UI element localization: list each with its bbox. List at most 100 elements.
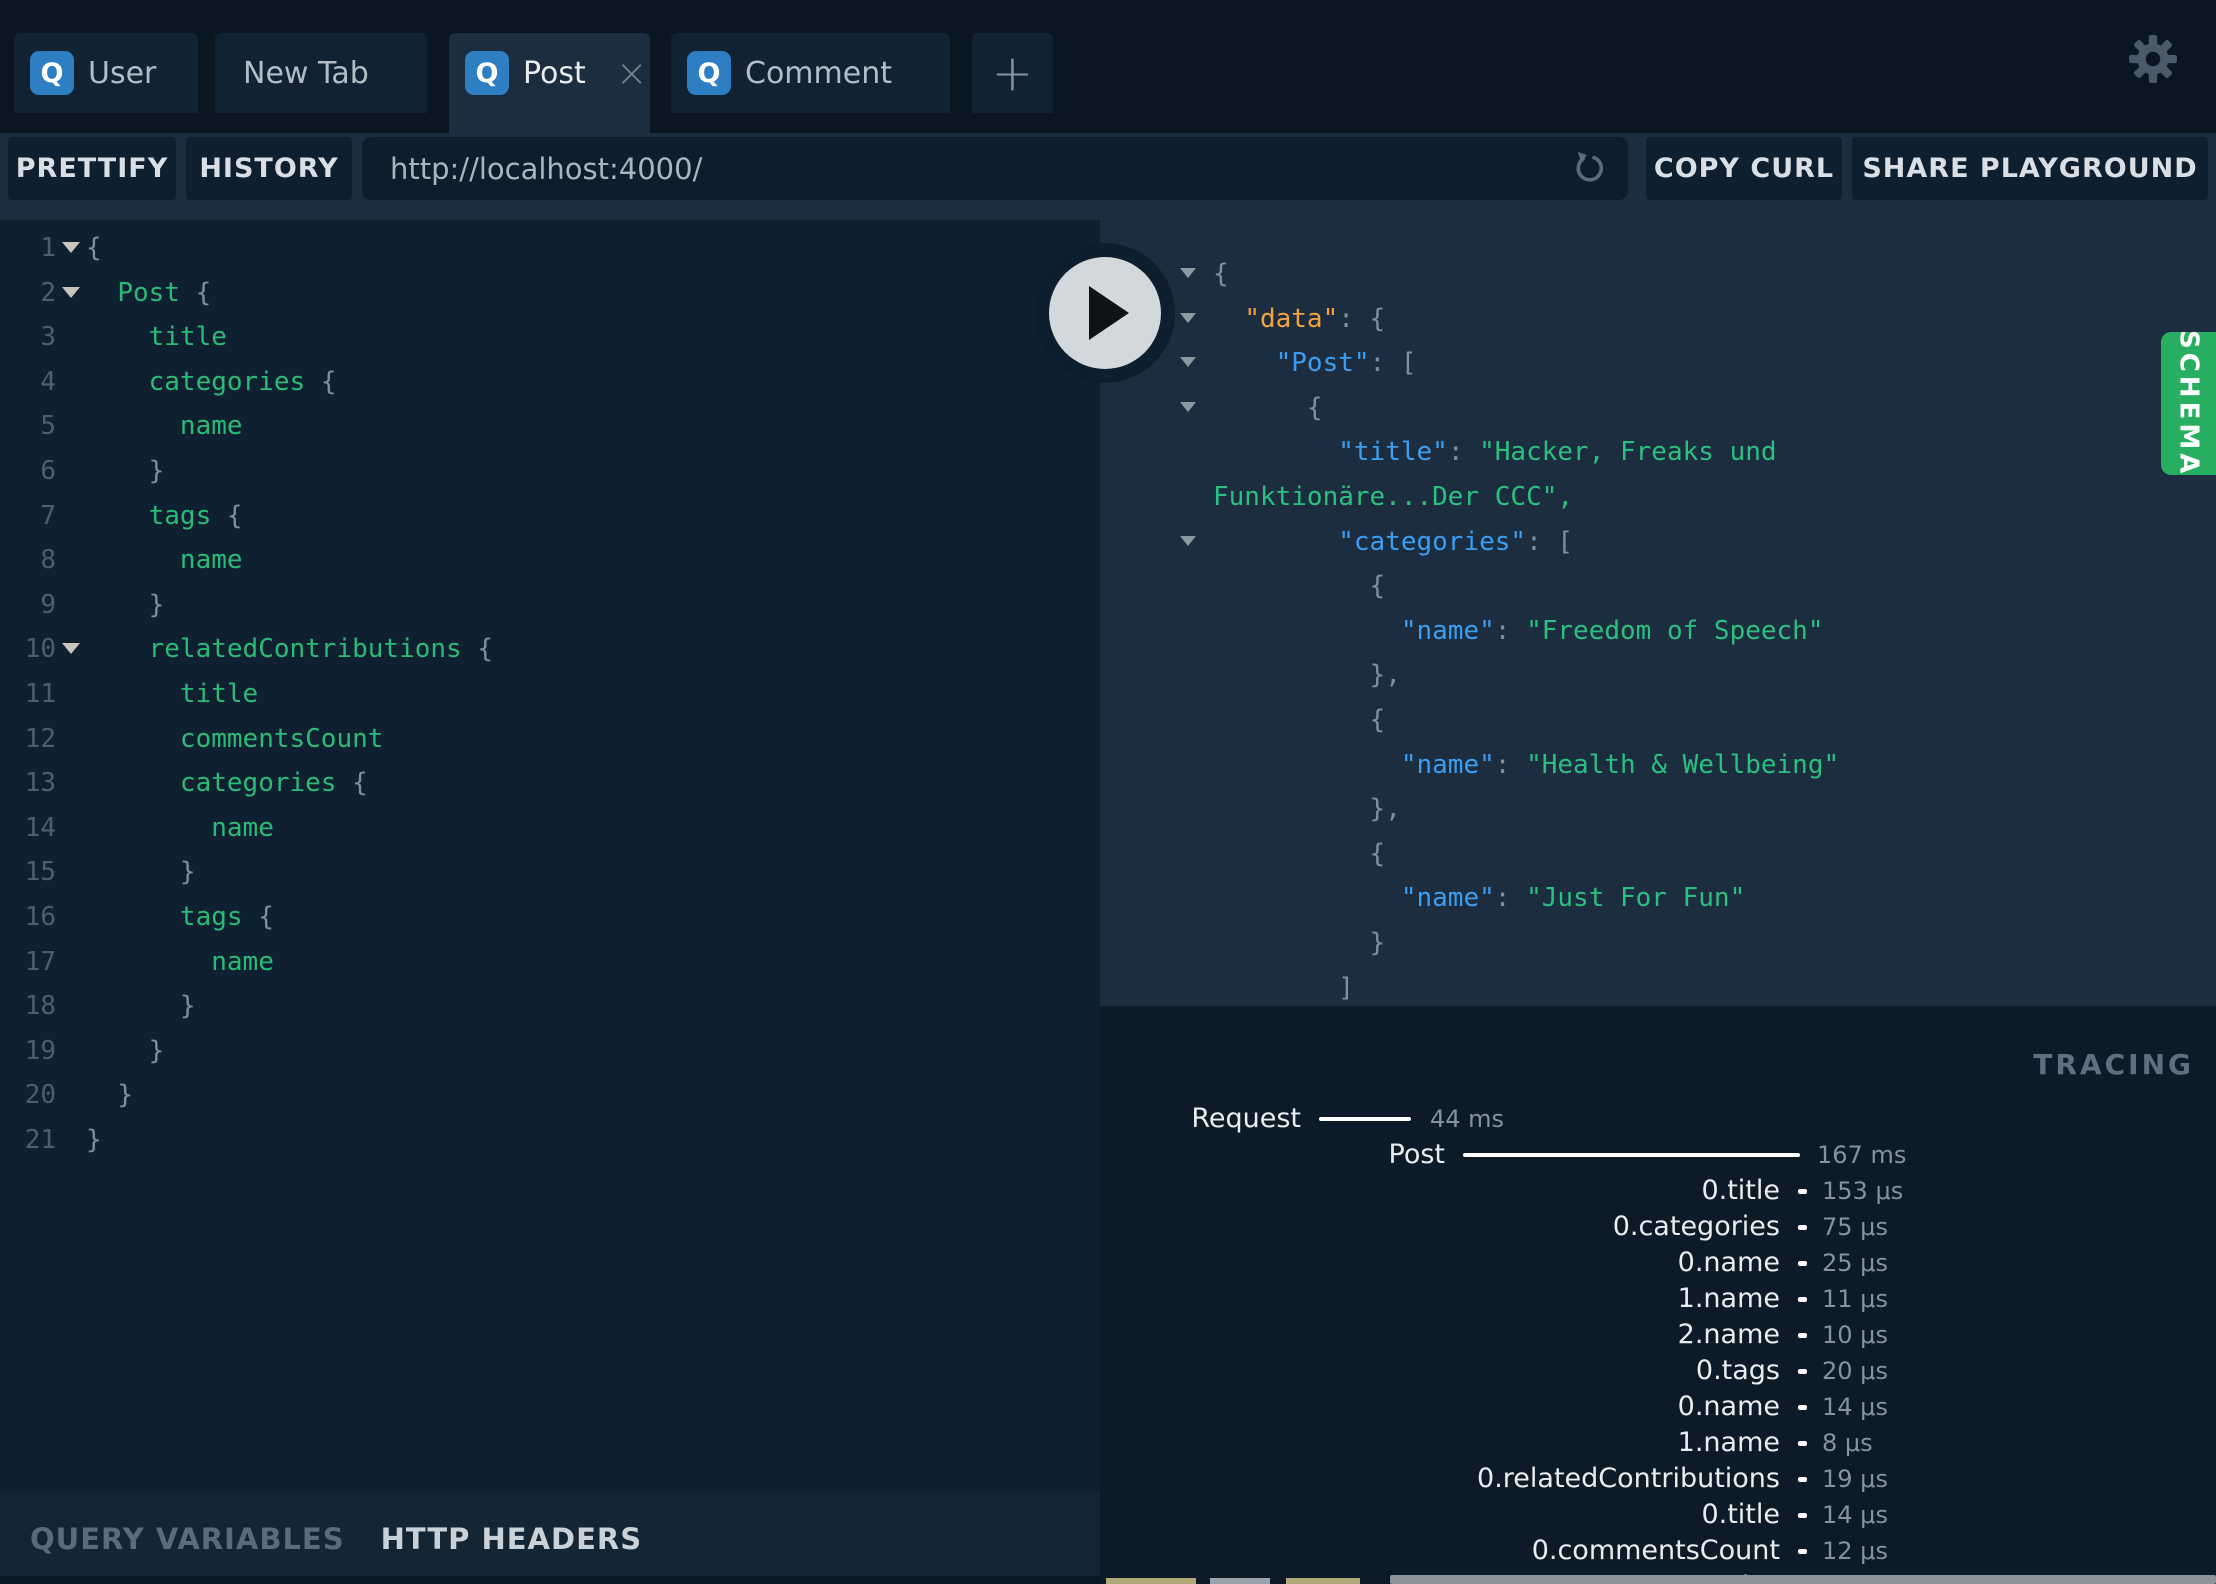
share-playground-button[interactable]: SHARE PLAYGROUND [1852,137,2208,200]
tab-new-tab[interactable]: New Tab [215,33,427,113]
response-fold-gutter [1100,920,1213,965]
tab-user[interactable]: Q User [14,33,198,113]
horizontal-scrollbar[interactable] [1390,1575,2216,1584]
query-code: categories { [179,767,368,798]
history-button[interactable]: HISTORY [186,137,352,200]
response-json: "data": { [1244,303,1386,334]
line-number: 21 [24,1124,56,1155]
fold-gutter [56,287,86,298]
fold-arrow-icon[interactable] [1180,402,1196,412]
line-number: 17 [24,946,56,977]
graphql-playground-window: Q User New Tab Q Post × Q Comment + PRETTIFY HI… [0,0,2216,1584]
line-number: 15 [24,856,56,887]
response-line: "name": "Freedom of Speech" [1100,608,2216,653]
bottom-bar: QUERY VARIABLES HTTP HEADERS [0,1493,1100,1584]
line-number: 6 [40,455,56,486]
response-json: { [1369,704,1386,735]
editor-line: 10 relatedContributions { [0,626,1100,671]
editor-line: 4 categories { [0,359,1100,404]
tab-inner: New Tab [215,33,427,113]
response-json: "name": "Just For Fun" [1400,882,1746,913]
line-number: 4 [40,366,56,397]
line-number: 3 [40,321,56,352]
response-json: { [1369,570,1386,601]
query-editor[interactable]: 1{2 Post {3 title 4 categories {5 name 6 }… [0,220,1100,1493]
tracing-duration-bar [1319,1117,1411,1121]
editor-line: 7 tags { [0,493,1100,538]
tracing-title: TRACING [2033,1048,2194,1081]
response-line: { [1100,831,2216,876]
tab-label: Comment [745,55,892,91]
line-number: 13 [24,767,56,798]
line-number: 12 [24,723,56,754]
query-code: Post { [117,277,212,308]
response-json: { [1213,258,1229,289]
query-code: categories { [148,366,337,397]
line-number: 16 [24,901,56,932]
query-code: title [148,321,227,352]
tracing-panel: TRACING Request 44 ms Post 167 ms 0.title 153… [1100,1006,2216,1584]
bottom-edge-strip [0,1576,1100,1584]
new-tab-button[interactable]: + [972,33,1053,113]
query-code: relatedContributions { [148,633,494,664]
response-pane: { "data": { "Post": [ { "title": "Hacker… [1100,205,2216,1006]
tracing-duration-bar [1798,1404,1807,1410]
tab-comment[interactable]: Q Comment [671,33,950,113]
response-fold-gutter [1100,965,1213,1006]
reload-icon[interactable] [1570,149,1610,189]
fold-arrow-icon[interactable] [62,287,80,298]
line-number: 11 [24,678,56,709]
query-code: tags { [148,500,243,531]
endpoint-url-input[interactable]: http://localhost:4000/ [362,137,1628,200]
editor-line: 3 title [0,314,1100,359]
response-json: ] [1338,972,1354,1003]
fold-arrow-icon[interactable] [62,242,80,253]
execute-query-button[interactable] [1035,243,1175,383]
response-line: { [1100,563,2216,608]
line-number: 1 [40,232,56,263]
response-fold-gutter [1100,652,1213,697]
schema-tab[interactable]: SCHEMA [2161,330,2216,477]
fold-arrow-icon[interactable] [62,643,80,654]
query-variables-tab[interactable]: QUERY VARIABLES [30,1522,345,1556]
query-code: } [179,990,196,1021]
response-fold-gutter [1100,519,1213,564]
line-number: 2 [40,277,56,308]
response-line: }, [1100,786,2216,831]
tab-label: New Tab [243,55,369,91]
response-fold-gutter [1100,786,1213,831]
tab-inner: Q Post × [449,33,650,113]
response-line: "categories": [ [1100,519,2216,564]
fold-arrow-icon[interactable] [1180,536,1196,546]
settings-gear-icon[interactable] [2128,34,2178,84]
play-icon [1089,286,1129,340]
close-icon[interactable]: × [616,54,648,92]
query-code: name [211,812,274,843]
tab-label: Post [523,55,586,91]
clipped-text-fragment [1106,1578,1196,1584]
response-line: Funktionäre...Der CCC", [1100,474,2216,519]
fold-arrow-icon[interactable] [1180,313,1196,323]
clipped-text-fragment [1210,1578,1270,1584]
tracing-duration-bar [1798,1224,1807,1230]
fold-arrow-icon[interactable] [1180,357,1196,367]
response-line: ] [1100,965,2216,1006]
query-code: } [117,1079,133,1110]
query-code: } [179,856,196,887]
response-json: { [1306,392,1323,423]
tracing-duration-bar [1798,1296,1807,1302]
response-json: }, [1369,659,1401,690]
response-fold-gutter [1100,429,1213,474]
response-fold-gutter [1100,875,1213,920]
fold-arrow-icon[interactable] [1180,268,1196,278]
copy-curl-button[interactable]: COPY CURL [1646,137,1842,200]
query-code: } [86,1124,102,1155]
response-fold-gutter [1100,608,1213,653]
http-headers-tab[interactable]: HTTP HEADERS [381,1522,642,1556]
prettify-button[interactable]: PRETTIFY [8,137,176,200]
editor-line: 14 name [0,805,1100,850]
query-code: name [179,410,243,441]
tab-post[interactable]: Q Post × [449,33,650,133]
line-number: 10 [24,633,56,664]
query-code: } [148,589,165,620]
